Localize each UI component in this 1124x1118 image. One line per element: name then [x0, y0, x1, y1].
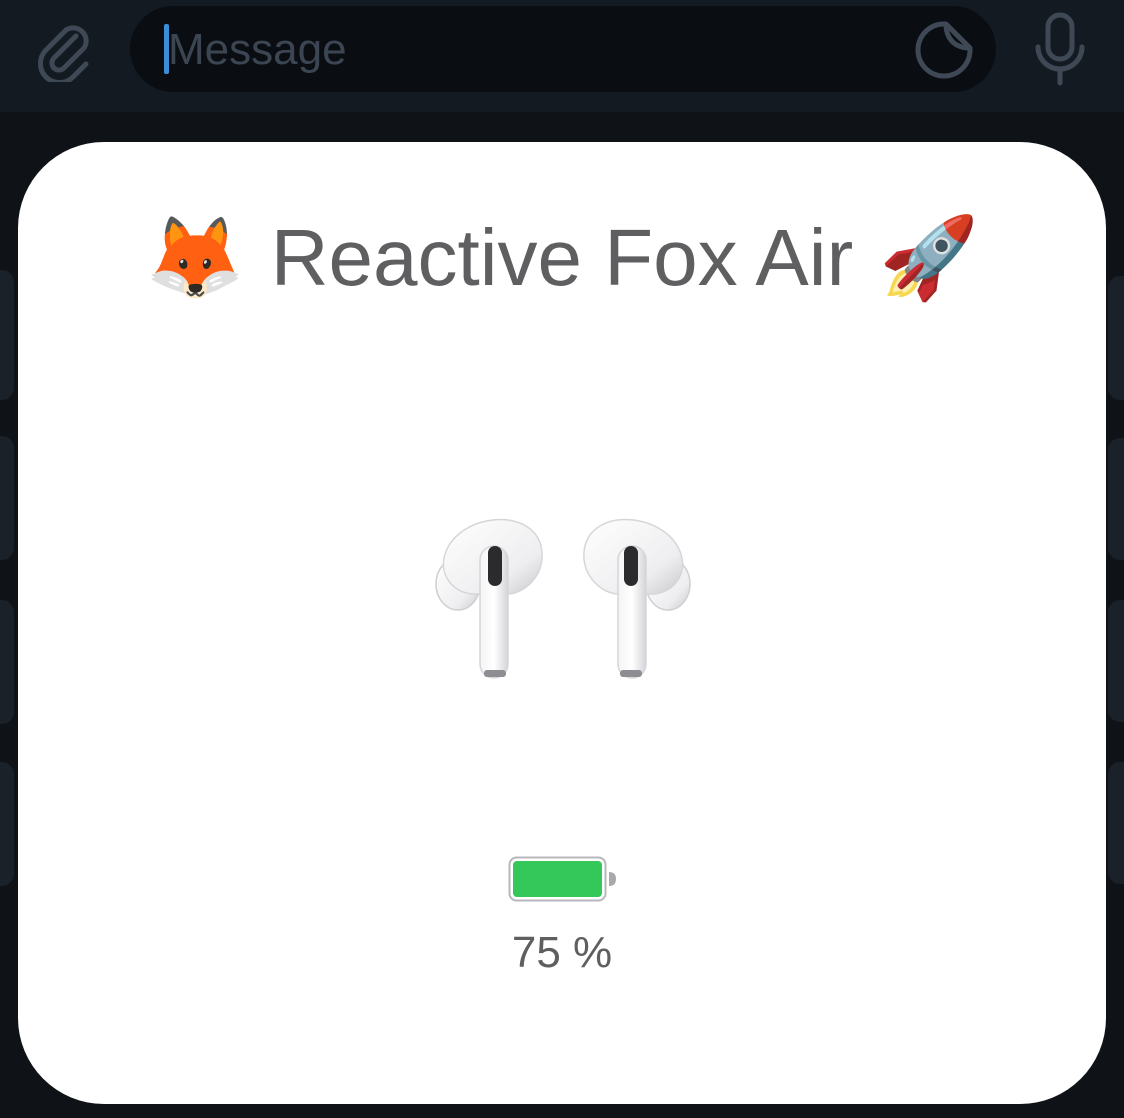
background-message — [0, 600, 14, 724]
sticker-button[interactable] — [908, 14, 980, 86]
device-popup-card[interactable]: 🦊 Reactive Fox Air 🚀 75 % — [18, 142, 1106, 1104]
message-composer-bar — [0, 0, 1124, 112]
battery-percentage: 75 % — [511, 928, 613, 977]
fox-emoji: 🦊 — [145, 213, 245, 302]
earbuds-image — [435, 518, 691, 679]
paperclip-icon — [37, 25, 89, 82]
message-input[interactable] — [166, 16, 870, 84]
device-title: 🦊 Reactive Fox Air 🚀 — [18, 212, 1106, 304]
attach-button[interactable] — [26, 12, 102, 88]
background-message — [1108, 438, 1124, 560]
sticker-icon — [915, 21, 973, 79]
background-message — [1108, 276, 1124, 400]
background-message — [0, 762, 14, 886]
background-message — [1108, 762, 1124, 884]
battery-level-fill — [513, 861, 602, 897]
device-name: Reactive Fox Air — [270, 213, 854, 302]
background-message — [1108, 600, 1124, 722]
message-field[interactable] — [130, 6, 996, 92]
rocket-emoji: 🚀 — [879, 213, 979, 302]
battery-icon — [508, 856, 616, 902]
microphone-icon — [1035, 12, 1085, 86]
right-earbud — [583, 518, 691, 679]
voice-message-button[interactable] — [1022, 6, 1098, 92]
left-earbud — [435, 518, 543, 679]
background-message — [0, 270, 14, 400]
background-message — [0, 436, 14, 560]
